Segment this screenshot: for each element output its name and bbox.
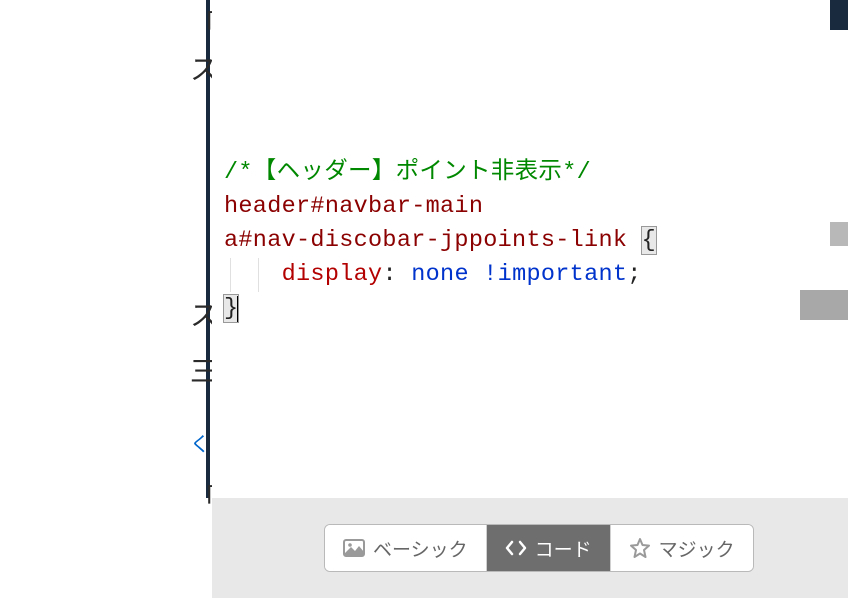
editor-mode-toolbar: ベーシック コード マジック: [212, 498, 848, 598]
close-brace: }: [224, 295, 238, 322]
css-value: none: [411, 261, 469, 288]
scrollbar-thumb[interactable]: [800, 290, 848, 320]
magic-mode-button[interactable]: マジック: [611, 525, 753, 571]
left-gutter: 「 ス ス 三 く 「: [0, 0, 210, 598]
magic-mode-label: マジック: [659, 535, 735, 562]
basic-mode-button[interactable]: ベーシック: [325, 525, 487, 571]
code-editor-panel[interactable]: /*【ヘッダー】ポイント非表示*/ header#navbar-main a#n…: [212, 0, 800, 498]
code-icon: [505, 537, 527, 559]
css-selector: a#nav-discobar-jppoints-link: [224, 227, 627, 254]
css-comment: /*【ヘッダー】ポイント非表示*/: [224, 159, 591, 186]
bg-text-fragment: く: [190, 428, 210, 457]
code-mode-label: コード: [535, 535, 592, 562]
css-property: display: [282, 261, 383, 288]
mode-segmented-control: ベーシック コード マジック: [324, 524, 754, 572]
scrollbar-thumb[interactable]: [830, 222, 848, 246]
star-icon: [629, 537, 651, 559]
basic-mode-label: ベーシック: [373, 535, 468, 562]
code-mode-button[interactable]: コード: [487, 525, 611, 571]
header-fragment: [830, 0, 848, 30]
open-brace: {: [642, 227, 656, 254]
text-cursor: [237, 296, 239, 322]
code-content[interactable]: /*【ヘッダー】ポイント非表示*/ header#navbar-main a#n…: [224, 156, 656, 326]
css-selector: header#navbar-main: [224, 193, 483, 220]
image-icon: [343, 537, 365, 559]
css-important: !important: [483, 261, 627, 288]
